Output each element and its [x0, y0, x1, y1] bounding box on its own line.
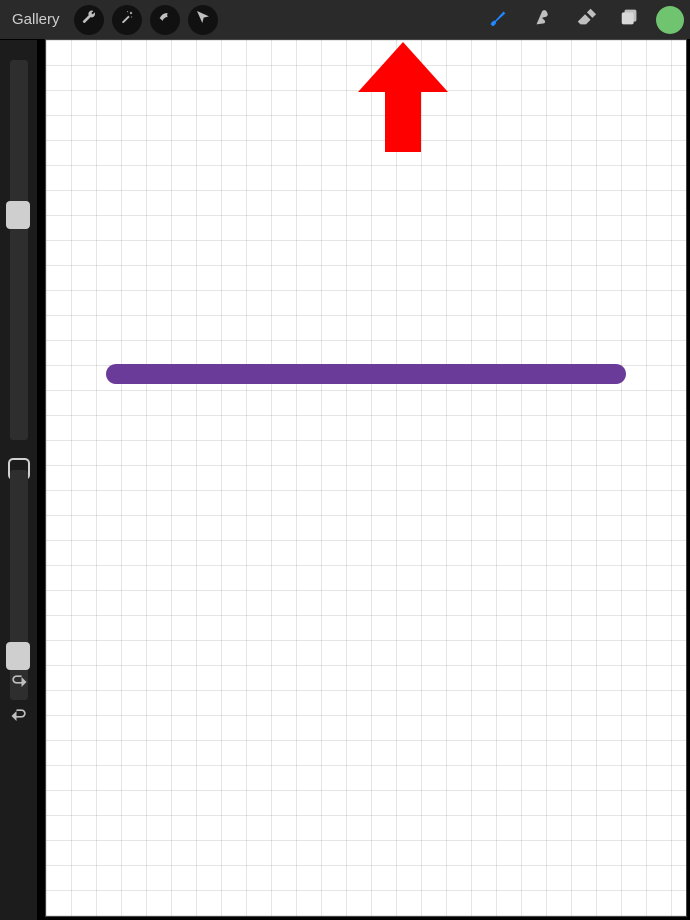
eraser-icon	[575, 6, 597, 33]
color-swatch[interactable]	[656, 6, 684, 34]
selection-button[interactable]	[150, 5, 180, 35]
redo-icon	[9, 708, 29, 729]
drawn-stroke	[106, 364, 626, 384]
undo-redo-group	[0, 672, 38, 730]
wand-icon	[119, 9, 135, 30]
redo-button[interactable]	[4, 706, 34, 730]
undo-button[interactable]	[4, 672, 34, 696]
layers-icon	[619, 6, 641, 33]
transform-button[interactable]	[188, 5, 218, 35]
canvas[interactable]	[46, 40, 686, 916]
undo-icon	[9, 674, 29, 695]
actions-button[interactable]	[74, 5, 104, 35]
smudge-icon	[531, 6, 553, 33]
brush-icon	[487, 6, 509, 33]
eraser-tool[interactable]	[568, 2, 604, 38]
smudge-tool[interactable]	[524, 2, 560, 38]
layers-button[interactable]	[612, 2, 648, 38]
opacity-thumb[interactable]	[6, 642, 30, 670]
canvas-viewport	[38, 40, 688, 918]
select-icon	[157, 9, 173, 30]
left-sidebar	[0, 40, 38, 920]
top-toolbar: Gallery	[0, 0, 690, 40]
move-icon	[195, 9, 211, 30]
procreate-app: Gallery	[0, 0, 690, 920]
brush-size-thumb[interactable]	[6, 201, 30, 229]
brush-tool[interactable]	[480, 2, 516, 38]
wrench-icon	[81, 9, 97, 30]
brush-size-slider[interactable]	[10, 60, 28, 440]
gallery-button[interactable]: Gallery	[6, 7, 66, 32]
adjustments-button[interactable]	[112, 5, 142, 35]
grid-overlay	[46, 40, 686, 916]
annotation-arrow	[358, 42, 448, 152]
